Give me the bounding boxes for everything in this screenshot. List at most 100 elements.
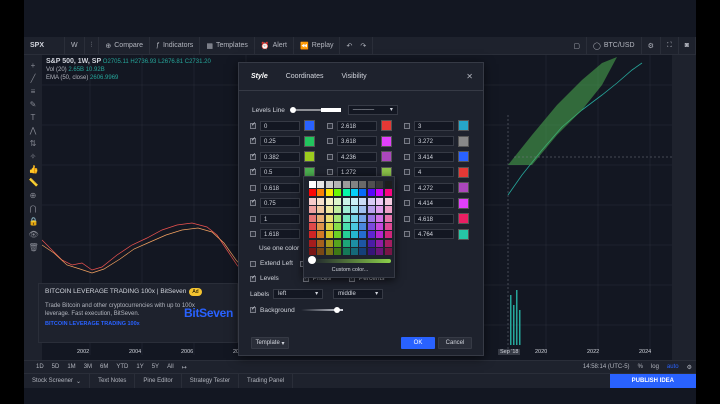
palette-color-cell[interactable] bbox=[384, 214, 392, 222]
level-value-input[interactable]: 0.382 bbox=[260, 151, 300, 162]
level-value-input[interactable]: 0 bbox=[260, 120, 300, 131]
level-color-swatch[interactable] bbox=[304, 151, 315, 162]
palette-color-cell[interactable] bbox=[325, 214, 333, 222]
palette-color-cell[interactable] bbox=[359, 206, 367, 214]
palette-color-cell[interactable] bbox=[367, 222, 375, 230]
prediction-icon[interactable]: ⇅ bbox=[29, 139, 38, 148]
range-ytd[interactable]: YTD bbox=[112, 364, 132, 370]
lock-icon[interactable]: 🔒 bbox=[29, 217, 39, 226]
level-color-swatch[interactable] bbox=[304, 135, 315, 147]
level-value-input[interactable]: 4 bbox=[414, 167, 454, 177]
clock[interactable]: 14:58:14 (UTC-5) bbox=[579, 364, 634, 370]
scale-settings-icon[interactable]: ⚙ bbox=[683, 364, 696, 371]
palette-color-cell[interactable] bbox=[325, 248, 333, 256]
palette-color-cell[interactable] bbox=[384, 222, 392, 230]
level-value-input[interactable]: 4.236 bbox=[337, 151, 377, 162]
palette-color-cell[interactable] bbox=[334, 222, 342, 230]
level-checkbox[interactable] bbox=[250, 231, 256, 237]
zoom-icon[interactable]: ⊕ bbox=[29, 191, 38, 200]
level-checkbox[interactable] bbox=[404, 122, 410, 129]
ruler-icon[interactable]: 📏 bbox=[29, 178, 39, 187]
palette-color-cell[interactable] bbox=[325, 189, 333, 197]
palette-color-cell[interactable] bbox=[384, 206, 392, 214]
eye-icon[interactable]: 👁 bbox=[29, 230, 39, 239]
watchlist-pair[interactable]: ◯ BTC/USD bbox=[587, 37, 642, 54]
level-color-swatch[interactable] bbox=[458, 166, 469, 178]
palette-color-cell[interactable] bbox=[342, 248, 350, 256]
level-value-input[interactable]: 1 bbox=[260, 213, 300, 224]
level-value-input[interactable]: 0.25 bbox=[260, 136, 300, 146]
palette-color-cell[interactable] bbox=[367, 181, 375, 188]
level-value-input[interactable]: 4.764 bbox=[414, 229, 454, 239]
palette-color-cell[interactable] bbox=[350, 214, 358, 222]
palette-color-cell[interactable] bbox=[325, 222, 333, 230]
level-checkbox[interactable] bbox=[404, 169, 410, 175]
tab-stock-screener[interactable]: Stock Screener ⌄ bbox=[24, 374, 91, 388]
level-value-input[interactable]: 2.618 bbox=[337, 120, 377, 131]
level-checkbox[interactable] bbox=[404, 231, 410, 237]
palette-color-cell[interactable] bbox=[342, 239, 350, 247]
range-1y[interactable]: 1Y bbox=[132, 364, 147, 370]
template-button[interactable]: Template ▾ bbox=[251, 337, 289, 349]
palette-color-cell[interactable] bbox=[384, 197, 392, 205]
level-checkbox[interactable] bbox=[327, 169, 333, 175]
palette-color-cell[interactable] bbox=[350, 206, 358, 214]
compare-button[interactable]: ⊕ Compare bbox=[99, 37, 151, 54]
tab-style[interactable]: Style bbox=[251, 73, 268, 80]
level-color-swatch[interactable] bbox=[458, 151, 469, 162]
level-checkbox[interactable] bbox=[327, 138, 333, 144]
palette-color-cell[interactable] bbox=[325, 197, 333, 205]
palette-color-cell[interactable] bbox=[317, 189, 325, 197]
symbol-search[interactable]: SPX bbox=[24, 37, 66, 54]
level-color-swatch[interactable] bbox=[458, 182, 469, 193]
level-color-swatch[interactable] bbox=[381, 135, 392, 147]
level-checkbox[interactable] bbox=[404, 215, 410, 222]
level-color-swatch[interactable] bbox=[381, 151, 392, 162]
layout-button[interactable]: ▢ bbox=[567, 37, 587, 54]
ok-button[interactable]: OK bbox=[401, 337, 435, 349]
palette-color-cell[interactable] bbox=[376, 239, 384, 247]
publish-idea-button[interactable]: PUBLISH IDEA bbox=[609, 374, 696, 388]
percent-toggle[interactable]: % bbox=[634, 364, 647, 370]
level-checkbox[interactable] bbox=[250, 184, 256, 191]
extend-left-checkbox[interactable] bbox=[250, 260, 256, 267]
palette-color-cell[interactable] bbox=[325, 239, 333, 247]
palette-color-cell[interactable] bbox=[350, 248, 358, 256]
tab-coordinates[interactable]: Coordinates bbox=[286, 73, 324, 80]
palette-color-cell[interactable] bbox=[334, 189, 342, 197]
level-color-swatch[interactable] bbox=[458, 135, 469, 147]
labels-vertical-select[interactable]: middle ▾ bbox=[333, 289, 384, 299]
palette-color-cell[interactable] bbox=[376, 206, 384, 214]
templates-button[interactable]: ▦ Templates bbox=[200, 37, 255, 54]
palette-color-cell[interactable] bbox=[384, 189, 392, 197]
level-value-input[interactable]: 4.618 bbox=[414, 213, 454, 224]
palette-color-cell[interactable] bbox=[309, 231, 316, 239]
palette-color-cell[interactable] bbox=[367, 231, 375, 239]
palette-color-cell[interactable] bbox=[325, 181, 333, 188]
palette-color-cell[interactable] bbox=[359, 231, 367, 239]
tab-visibility[interactable]: Visibility bbox=[341, 73, 366, 80]
labels-horizontal-select[interactable]: left ▾ bbox=[273, 289, 324, 299]
palette-color-cell[interactable] bbox=[367, 197, 375, 205]
legend-title[interactable]: S&P 500, 1W, SP bbox=[46, 58, 101, 65]
tab-strategy-tester[interactable]: Strategy Tester bbox=[182, 374, 240, 388]
chart-style-button[interactable]: ⫶ bbox=[85, 37, 100, 54]
palette-color-cell[interactable] bbox=[309, 189, 316, 197]
vol-label[interactable]: Vol (20) bbox=[46, 67, 67, 73]
level-checkbox[interactable] bbox=[404, 138, 410, 144]
level-color-swatch[interactable] bbox=[458, 197, 469, 209]
palette-color-cell[interactable] bbox=[309, 181, 316, 188]
palette-color-cell[interactable] bbox=[334, 214, 342, 222]
level-checkbox[interactable] bbox=[404, 153, 410, 160]
level-checkbox[interactable] bbox=[327, 153, 333, 160]
level-value-input[interactable]: 4.414 bbox=[414, 198, 454, 208]
level-value-input[interactable]: 3.618 bbox=[337, 136, 377, 146]
level-value-input[interactable]: 0.618 bbox=[260, 182, 300, 193]
palette-color-cell[interactable] bbox=[350, 222, 358, 230]
range-all[interactable]: All bbox=[163, 364, 178, 370]
level-color-swatch[interactable] bbox=[304, 120, 315, 131]
thumbs-icon[interactable]: 👍 bbox=[29, 165, 39, 174]
palette-color-cell[interactable] bbox=[309, 239, 316, 247]
level-checkbox[interactable] bbox=[404, 200, 410, 206]
range-1m[interactable]: 1M bbox=[63, 364, 79, 370]
